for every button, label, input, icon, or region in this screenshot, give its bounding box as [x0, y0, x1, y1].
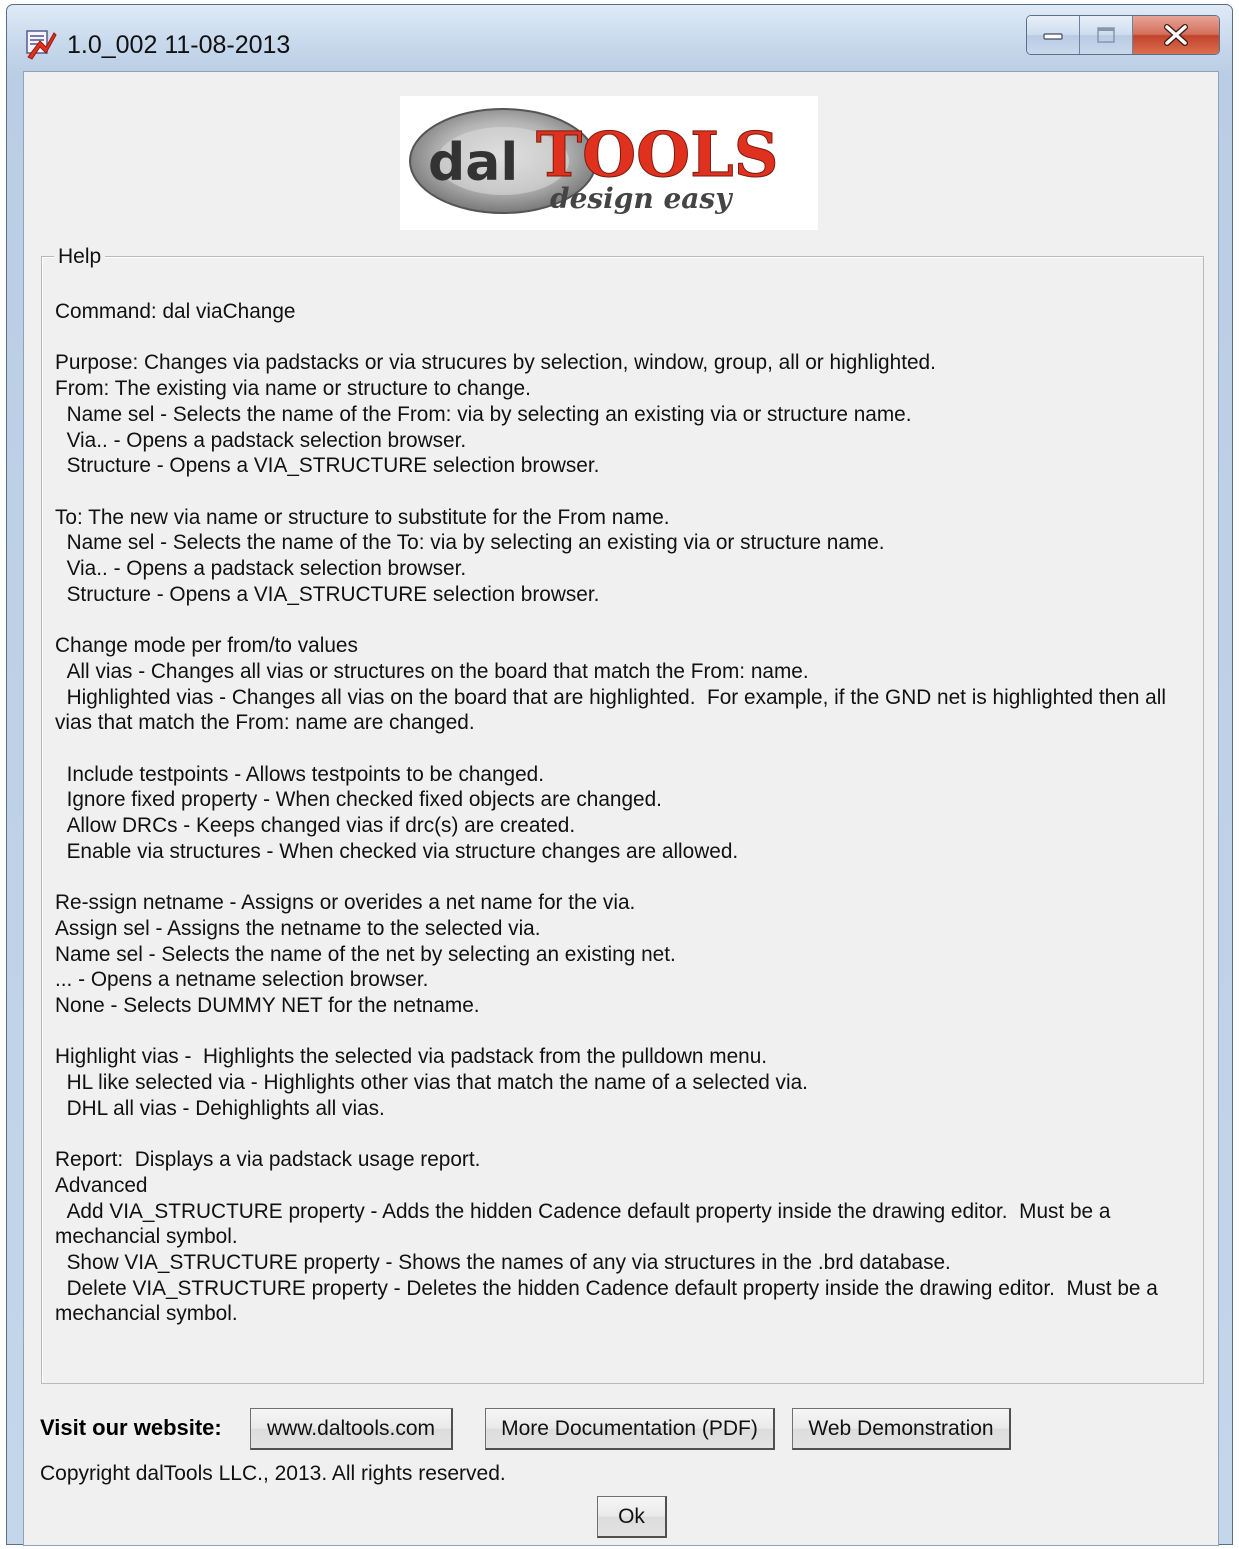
- about-dialog-window: 1.0_002 11-08-2013 dal TOOLS design easy…: [6, 4, 1233, 1546]
- help-groupbox: Help Command: dal viaChange Purpose: Chan…: [41, 245, 1204, 1384]
- logo-dal-text: dal: [428, 133, 518, 193]
- help-line: Highlight vias - Highlights the selected…: [55, 1045, 768, 1069]
- maximize-button[interactable]: [1080, 16, 1133, 54]
- help-line: From: The existing via name or structure…: [55, 377, 531, 401]
- help-line: Add VIA_STRUCTURE property - Adds the hi…: [55, 1199, 1111, 1223]
- logo-tagline-text: design easy: [550, 182, 733, 215]
- help-line: DHL all vias - Dehighlights all vias.: [55, 1096, 385, 1120]
- daltools-logo: dal TOOLS design easy: [400, 96, 818, 230]
- help-line: Name sel - Selects the name of the From:…: [55, 402, 912, 426]
- documentation-pdf-button[interactable]: More Documentation (PDF): [485, 1408, 775, 1450]
- help-line: All vias - Changes all vias or structure…: [55, 659, 809, 683]
- help-groupbox-label: Help: [54, 245, 106, 269]
- help-line: Name sel - Selects the name of the To: v…: [55, 531, 885, 555]
- help-line: Allow DRCs - Keeps changed vias if drc(s…: [55, 814, 576, 837]
- help-line: Re-ssign netname - Assigns or overides a…: [55, 891, 636, 915]
- dialog-client-area: dal TOOLS design easy Help Command: dal …: [23, 71, 1219, 1546]
- help-line: Advanced: [55, 1173, 148, 1197]
- web-demonstration-button[interactable]: Web Demonstration: [792, 1408, 1011, 1450]
- help-line: [55, 736, 1195, 762]
- help-line: mechancial symbol.: [55, 1225, 238, 1249]
- help-line: ... - Opens a netname selection browser.: [55, 968, 429, 992]
- copyright-text: Copyright dalTools LLC., 2013. All right…: [40, 1462, 506, 1485]
- window-controls: [1026, 15, 1220, 55]
- help-line: [55, 325, 1195, 351]
- help-line: [55, 607, 1195, 633]
- help-text: Command: dal viaChange Purpose: Changes v…: [55, 299, 1195, 1327]
- website-button[interactable]: www.daltools.com: [250, 1408, 453, 1450]
- help-line: To: The new via name or structure to sub…: [55, 505, 670, 529]
- help-line: Enable via structures - When checked via…: [55, 839, 739, 863]
- help-line: Command: dal viaChange: [55, 300, 296, 323]
- help-line: mechancial symbol.: [55, 1302, 238, 1326]
- help-line: Purpose: Changes via padstacks or via st…: [55, 351, 936, 375]
- help-line: Delete VIA_STRUCTURE property - Deletes …: [55, 1276, 1158, 1300]
- window-title: 1.0_002 11-08-2013: [67, 31, 291, 59]
- help-line: [55, 864, 1195, 890]
- daltools-logo-graphic: dal TOOLS design easy: [409, 108, 779, 215]
- help-line: vias that match the From: name are chang…: [55, 711, 475, 735]
- minimize-button[interactable]: [1027, 16, 1080, 54]
- help-line: Highlighted vias - Changes all vias on t…: [55, 685, 1166, 709]
- help-line: [55, 1121, 1195, 1147]
- title-bar[interactable]: 1.0_002 11-08-2013: [7, 5, 1232, 73]
- help-line: HL like selected via - Highlights other …: [55, 1071, 808, 1094]
- close-button[interactable]: [1133, 16, 1219, 54]
- logo-tools-text: TOOLS: [536, 118, 779, 191]
- help-line: Via.. - Opens a padstack selection brows…: [55, 557, 467, 580]
- ok-button[interactable]: Ok: [597, 1496, 667, 1538]
- help-line: Show VIA_STRUCTURE property - Shows the …: [55, 1250, 951, 1274]
- help-line: Via.. - Opens a padstack selection brows…: [55, 428, 467, 452]
- help-line: Name sel - Selects the name of the net b…: [55, 942, 676, 966]
- help-line: Ignore fixed property - When checked fix…: [55, 788, 662, 812]
- maximize-icon: [1097, 27, 1115, 43]
- minimize-icon: [1043, 33, 1063, 40]
- help-line: [55, 1019, 1195, 1045]
- app-icon: [26, 30, 57, 60]
- help-line: [55, 479, 1195, 505]
- help-line: Change mode per from/to values: [55, 634, 358, 658]
- help-line: Structure - Opens a VIA_STRUCTURE select…: [55, 582, 600, 606]
- close-icon: [1164, 24, 1188, 46]
- help-line: Include testpoints - Allows testpoints t…: [55, 762, 545, 786]
- help-line: None - Selects DUMMY NET for the netname…: [55, 993, 480, 1017]
- visit-website-label: Visit our website:: [40, 1415, 222, 1440]
- help-line: Assign sel - Assigns the netname to the …: [55, 916, 541, 940]
- help-line: Structure - Opens a VIA_STRUCTURE select…: [55, 454, 600, 478]
- help-line: Report: Displays a via padstack usage re…: [55, 1148, 481, 1172]
